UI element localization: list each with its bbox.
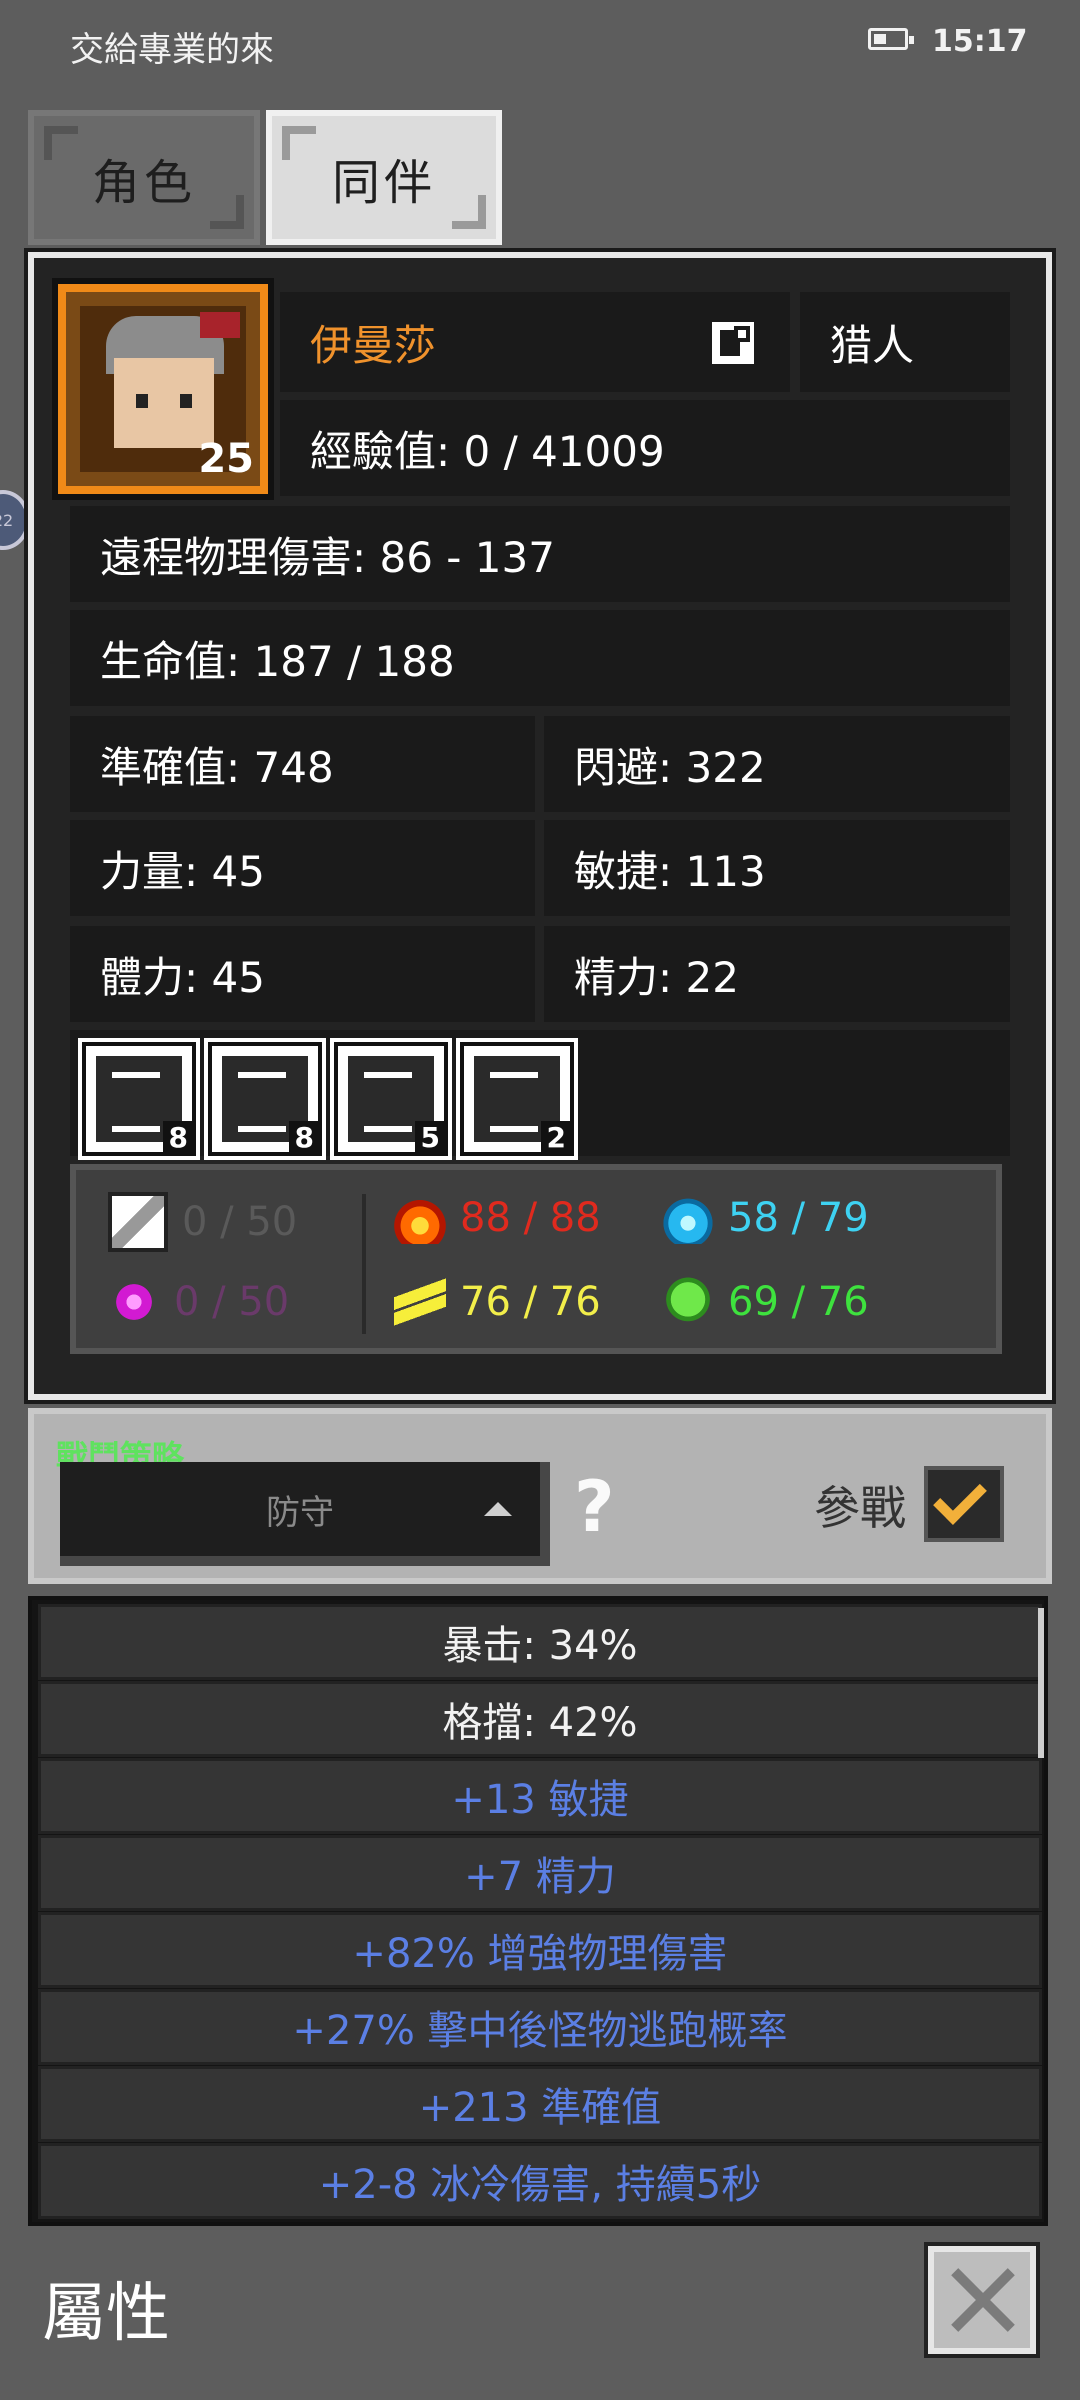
- resist-physical-value: 0 / 50: [182, 1199, 298, 1245]
- skill-count: 8: [288, 1121, 320, 1154]
- skill-scroll-icon[interactable]: 5: [330, 1038, 452, 1160]
- companion-level: 25: [198, 436, 254, 482]
- agility: 敏捷: 113: [544, 820, 1010, 916]
- tab-companion-label: 同伴: [331, 154, 436, 211]
- help-icon[interactable]: ?: [574, 1466, 615, 1548]
- list-item: +82% 增強物理傷害: [38, 1912, 1042, 1988]
- resist-magic: 0 / 50: [108, 1276, 289, 1328]
- companion-name: 伊曼莎: [310, 320, 437, 370]
- skills-row: 8 8 5 2: [70, 1030, 1010, 1160]
- status-clock: 15:17: [932, 24, 1028, 59]
- join-battle-checkbox[interactable]: [924, 1466, 1004, 1542]
- skill-count: 8: [162, 1121, 194, 1154]
- tab-role[interactable]: 角色: [28, 110, 260, 245]
- experience: 經驗值: 0 / 41009: [280, 400, 1010, 496]
- caret-up-icon: [484, 1502, 512, 1516]
- list-item: 暴击: 34%: [38, 1604, 1042, 1680]
- companion-class: 猎人: [800, 292, 1010, 392]
- skill-count: 5: [414, 1121, 446, 1154]
- floating-bubble[interactable]: 22: [0, 490, 30, 550]
- skill-heart-shield-icon[interactable]: 8: [204, 1038, 326, 1160]
- resistances-panel: 0 / 50 0 / 50 88 / 88 76 / 76 58 / 79 69…: [70, 1164, 1002, 1354]
- list-item: +2-8 冰冷傷害, 持續5秒: [38, 2143, 1042, 2219]
- strategy-selected: 防守: [266, 1492, 334, 1533]
- skill-count: 2: [540, 1121, 572, 1154]
- resist-lightning-value: 76 / 76: [460, 1279, 601, 1325]
- physical-icon: [108, 1192, 168, 1252]
- vitality: 體力: 45: [70, 926, 535, 1022]
- skill-lines-icon[interactable]: 8: [78, 1038, 200, 1160]
- join-battle-label: 參戰: [814, 1481, 906, 1535]
- list-item: +7 精力: [38, 1835, 1042, 1911]
- tab-role-label: 角色: [91, 154, 196, 211]
- ranged-damage: 遠程物理傷害: 86 - 137: [70, 506, 1010, 602]
- status-app-title: 交給專業的來: [70, 30, 274, 70]
- lightning-icon: [394, 1276, 446, 1328]
- list-item: +213 準確值: [38, 2066, 1042, 2142]
- resist-lightning: 76 / 76: [394, 1276, 601, 1328]
- list-item: +13 敏捷: [38, 1758, 1042, 1834]
- accuracy: 準確值: 748: [70, 716, 535, 812]
- battery-icon: [868, 28, 914, 50]
- spirit: 精力: 22: [544, 926, 1010, 1022]
- resist-water: 58 / 79: [662, 1192, 869, 1244]
- page-title: 屬性: [42, 2277, 170, 2351]
- list-item: +27% 擊中後怪物逃跑概率: [38, 1989, 1042, 2065]
- bonus-list[interactable]: 暴击: 34% 格擋: 42% +13 敏捷 +7 精力 +82% 增強物理傷害…: [28, 1596, 1048, 2226]
- resist-fire: 88 / 88: [394, 1192, 601, 1244]
- strategy-dropdown[interactable]: 防守: [60, 1462, 550, 1566]
- magic-icon: [108, 1276, 160, 1328]
- strength: 力量: 45: [70, 820, 535, 916]
- fire-icon: [394, 1192, 446, 1244]
- hit-points: 生命值: 187 / 188: [70, 610, 1010, 706]
- resist-water-value: 58 / 79: [728, 1195, 869, 1241]
- list-item: 格擋: 42%: [38, 1681, 1042, 1757]
- dodge: 閃避: 322: [544, 716, 1010, 812]
- resist-physical: 0 / 50: [108, 1192, 297, 1252]
- export-icon[interactable]: [712, 322, 754, 364]
- battle-strategy-panel: 戰鬥策略 防守 ? 參戰: [28, 1408, 1052, 1584]
- companion-portrait[interactable]: 25: [52, 278, 274, 500]
- floating-bubble-text: 22: [0, 510, 14, 530]
- skill-scroll-icon[interactable]: 2: [456, 1038, 578, 1160]
- companion-name-cell: 伊曼莎: [280, 292, 790, 392]
- resist-poison: 69 / 76: [662, 1276, 869, 1328]
- close-button[interactable]: [924, 2242, 1040, 2358]
- resist-magic-value: 0 / 50: [174, 1279, 290, 1325]
- list-scrollbar[interactable]: [1038, 1608, 1044, 1758]
- poison-skull-icon: [662, 1276, 714, 1328]
- water-drop-icon: [662, 1192, 714, 1244]
- resist-poison-value: 69 / 76: [728, 1279, 869, 1325]
- resist-fire-value: 88 / 88: [460, 1195, 601, 1241]
- tab-companion[interactable]: 同伴: [266, 110, 502, 245]
